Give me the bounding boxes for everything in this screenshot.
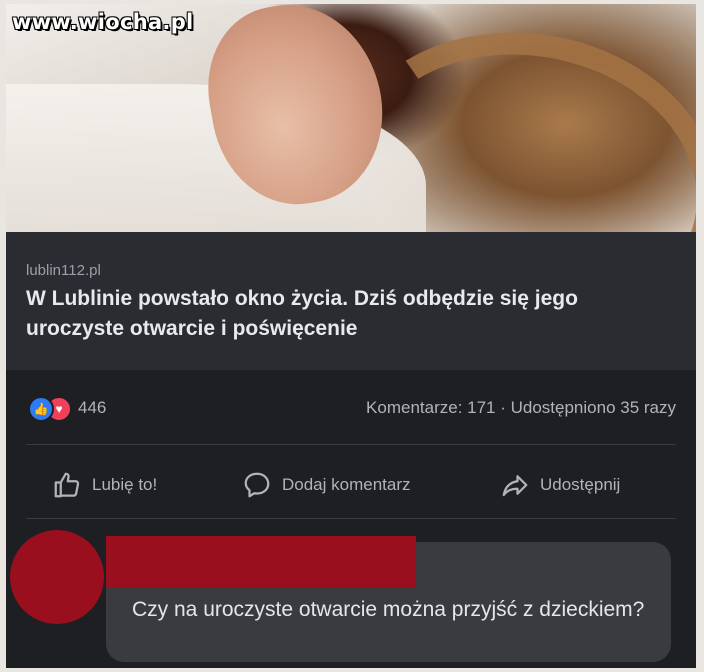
- share-label: Udostępnij: [540, 475, 621, 494]
- link-headline[interactable]: W Lublinie powstało okno życia. Dziś odb…: [26, 284, 676, 344]
- divider: [26, 518, 676, 519]
- link-preview[interactable]: lublin112.pl W Lublinie powstało okno ży…: [6, 232, 696, 370]
- comment-label: Dodaj komentarz: [282, 475, 411, 494]
- like-reaction-icon[interactable]: 👍: [28, 396, 54, 422]
- reaction-count[interactable]: 446: [78, 398, 106, 418]
- share-arrow-icon: [502, 475, 528, 497]
- thumbs-up-icon: [54, 472, 80, 498]
- like-label: Lubię to!: [92, 475, 158, 494]
- post-stats: 👍 ♥ 446 Komentarze: 171 · Udostępniono 3…: [6, 384, 696, 434]
- post-photo[interactable]: [6, 4, 696, 370]
- comment-text: Czy na uroczyste otwarcie można przyjść …: [132, 598, 645, 621]
- facebook-post: lublin112.pl W Lublinie powstało okno ży…: [6, 4, 696, 668]
- divider: [26, 444, 676, 445]
- comment-icon: [244, 472, 270, 498]
- share-button[interactable]: Udostępnij: [500, 470, 620, 500]
- post-actions: Lubię to! Dodaj komentarz Udostępnij: [6, 462, 696, 508]
- site-watermark: www.wiocha.pl: [12, 10, 194, 34]
- avatar[interactable]: [10, 530, 104, 624]
- redacted-commenter-name: [106, 536, 416, 588]
- comment-button[interactable]: Dodaj komentarz: [242, 470, 411, 500]
- comment: Czy na uroczyste otwarcie można przyjść …: [6, 526, 696, 668]
- comments-shares-count[interactable]: Komentarze: 171 · Udostępniono 35 razy: [366, 398, 676, 418]
- link-domain: lublin112.pl: [26, 262, 101, 279]
- like-button[interactable]: Lubię to!: [52, 470, 157, 500]
